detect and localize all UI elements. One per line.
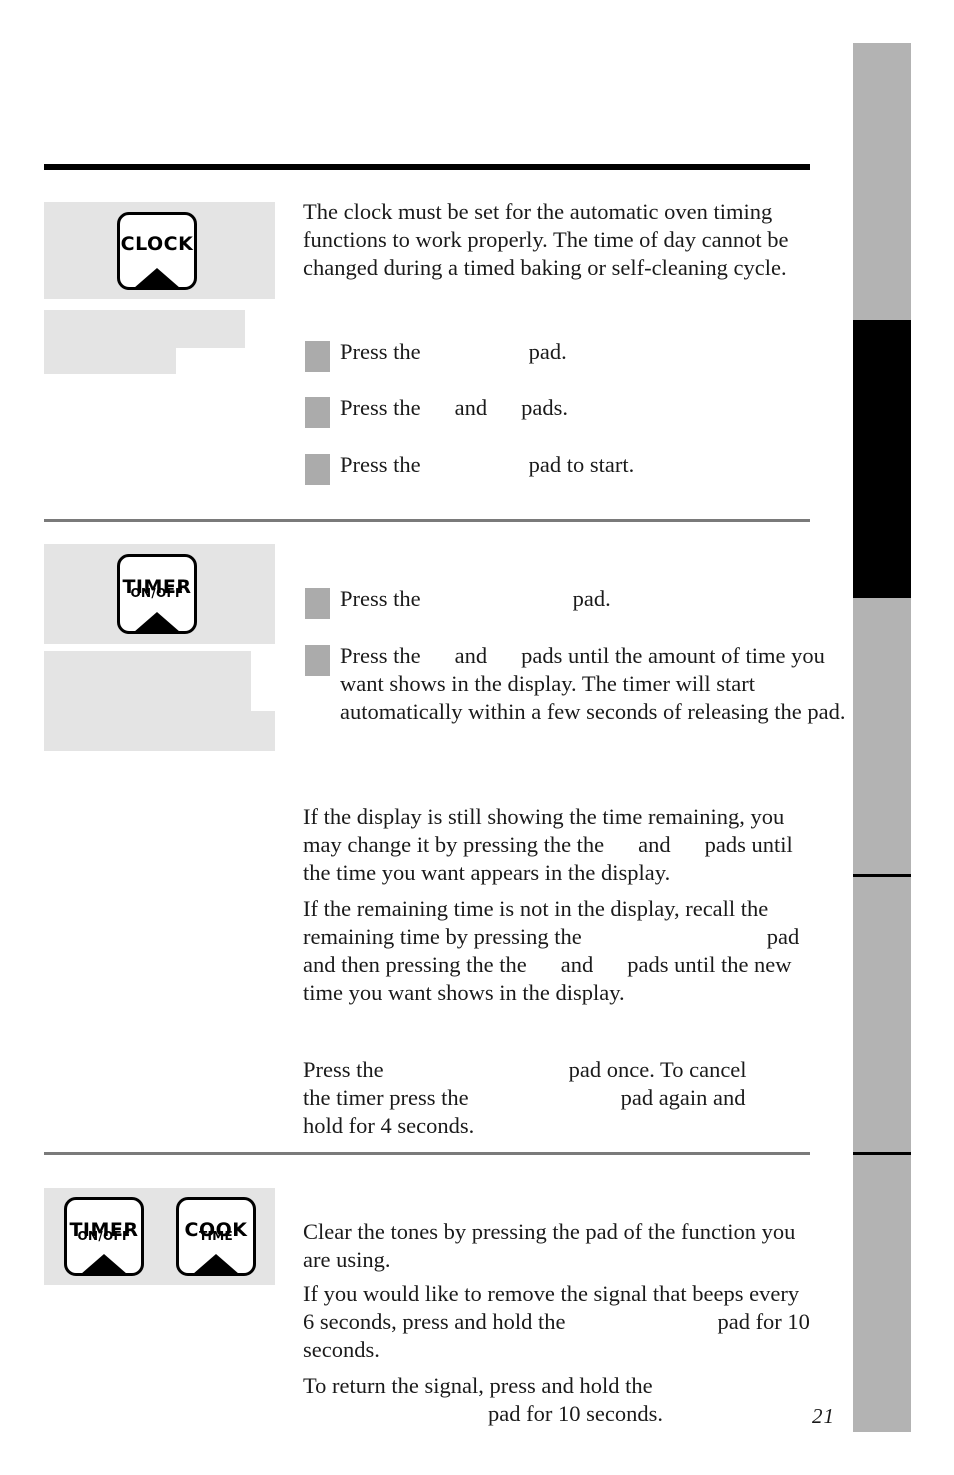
edge-tab-bar (853, 43, 911, 1432)
section-divider-1 (44, 519, 810, 522)
page-number: 21 (812, 1404, 835, 1428)
clock-pad[interactable]: CLOCK (117, 212, 197, 290)
clock-pad-panel: CLOCK (44, 202, 275, 299)
clock-pad-label: CLOCK (120, 233, 194, 256)
edge-tab-segment-5 (853, 1155, 911, 1432)
pad-notch-icon (81, 1254, 127, 1273)
clock-step-2-after: pads. (521, 395, 568, 420)
timer-step-2-middle: and (454, 643, 488, 668)
edge-tab-segment-4 (853, 877, 911, 1152)
timer-paragraph-1-part2: and (638, 832, 671, 857)
clock-caption-blank-bottom (44, 348, 176, 374)
edge-tab-segment-3 (853, 598, 911, 874)
timer-paragraph-1: If the display is still showing the time… (303, 803, 813, 887)
section-divider-2 (44, 1152, 810, 1155)
timer-step-2-before: Press the (340, 643, 421, 668)
timer-caption-blank-bottom (44, 711, 275, 751)
clock-step-1-before: Press the (340, 339, 421, 364)
clock-step-2-before: Press the (340, 395, 421, 420)
tones-pad-panel: TIMER ON/OFF COOK TIME (44, 1188, 275, 1285)
tones-paragraph-3-part1: To return the signal, press and hold the (303, 1373, 653, 1398)
clock-step-1-after: pad. (528, 339, 567, 364)
tones-paragraph-1: Clear the tones by pressing the pad of t… (303, 1219, 796, 1272)
pad-notch-icon (134, 268, 180, 287)
clock-intro-paragraph: The clock must be set for the automatic … (303, 199, 789, 280)
pad-notch-icon (134, 612, 180, 631)
timer-step-2-bullet (305, 645, 330, 676)
timer-on-off-pad[interactable]: TIMER ON/OFF (64, 1197, 144, 1276)
clock-step-3-bullet (305, 454, 330, 485)
edge-tab-segment-active (853, 320, 911, 598)
clock-step-1: Press the pad. (340, 338, 810, 366)
tones-paragraph-2: If you would like to remove the signal t… (303, 1280, 815, 1364)
timer-paragraph-2-part3: and (560, 952, 594, 977)
timer-step-1-after: pad. (572, 586, 611, 611)
timer-pad-panel: TIMER ON/OFF (44, 544, 275, 644)
timer-step-1-bullet (305, 588, 330, 619)
clock-step-3-after: pad to start. (528, 452, 635, 477)
clock-step-2: Press the and pads. (340, 394, 810, 422)
timer-caption-blank-top (44, 651, 251, 711)
tones-timer-pad-label-line2: ON/OFF (77, 1228, 131, 1243)
timer-paragraph-3: Press the pad once. To cancel the timer p… (303, 1056, 763, 1140)
clock-step-2-bullet (305, 397, 330, 428)
clock-step-3: Press the pad to start. (340, 451, 810, 479)
clock-step-1-bullet (305, 341, 330, 372)
tones-paragraph-3-part2: pad for 10 seconds. (488, 1401, 663, 1426)
timer-step-2: Press the and pads until the amount of tim… (340, 642, 852, 726)
timer-step-1-before: Press the (340, 586, 421, 611)
timer-paragraph-2-part1: If the remaining time is not in the disp… (303, 896, 769, 949)
pad-notch-icon (193, 1254, 239, 1273)
timer-paragraph-3-part1: Press the (303, 1057, 384, 1082)
page-content: CLOCK The clock must be set for the auto… (44, 0, 845, 1475)
tones-cook-pad-label-line2: TIME (199, 1228, 233, 1243)
timer-pad-label-line2: ON/OFF (130, 586, 184, 601)
clock-step-3-before: Press the (340, 452, 421, 477)
clock-step-2-middle: and (454, 395, 488, 420)
page-top-rule (44, 164, 810, 170)
clock-caption-blank-top (44, 310, 245, 348)
timer-step-1: Press the pad. (340, 585, 810, 613)
timer-on-off-pad[interactable]: TIMER ON/OFF (117, 554, 197, 634)
tones-paragraph-3: To return the signal, press and hold the… (303, 1372, 815, 1428)
timer-paragraph-2: If the remaining time is not in the disp… (303, 895, 815, 1007)
edge-tab-segment-1 (853, 43, 911, 320)
cook-time-pad[interactable]: COOK TIME (176, 1197, 256, 1276)
